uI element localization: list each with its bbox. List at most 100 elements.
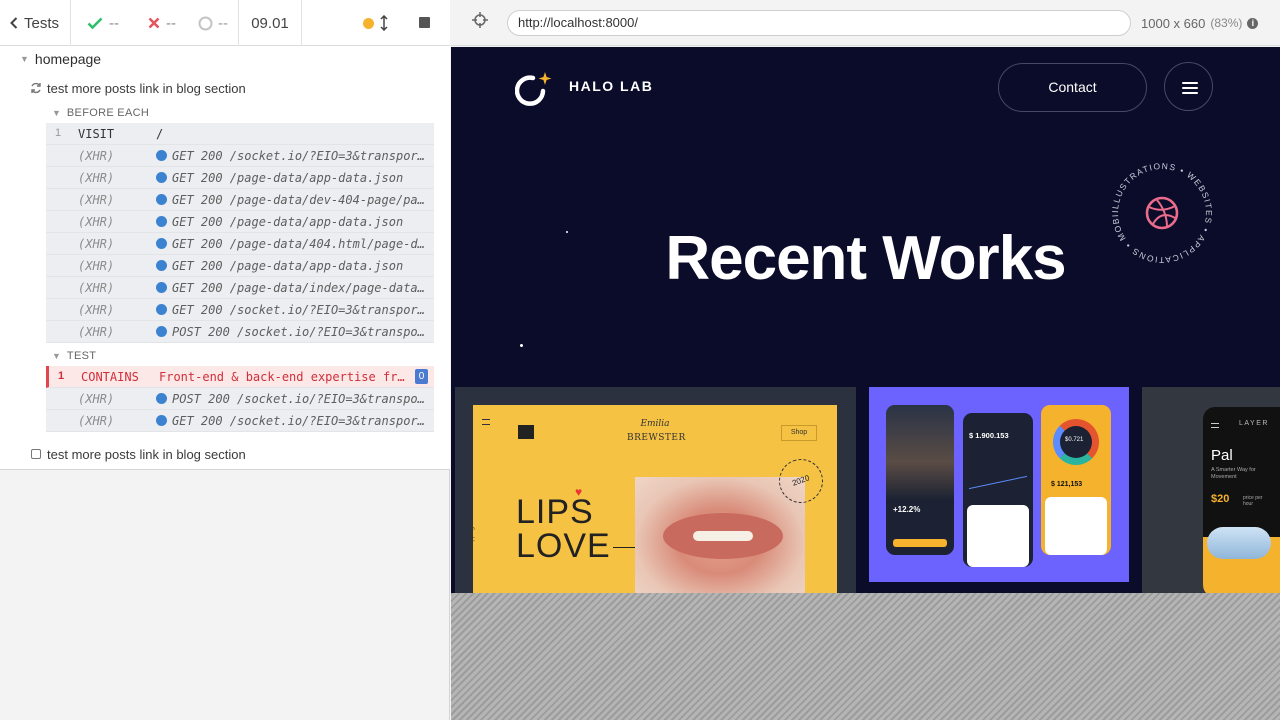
test-row-running[interactable]: test more posts link in blog section <box>0 77 450 99</box>
card-brand: BREWSTER <box>627 433 686 443</box>
stop-icon[interactable] <box>419 17 430 28</box>
checkbox-icon <box>31 449 41 459</box>
chevron-left-icon <box>10 17 18 29</box>
xhr-status-dot-icon <box>156 150 167 161</box>
command-message: GET 200 /page-data/dev-404-page/page-dat… <box>156 193 428 207</box>
work-card-scooter-app[interactable]: LAYER Pal A Smarter Way for Movement $20… <box>1142 387 1280 593</box>
x-icon <box>148 17 160 29</box>
refresh-icon <box>31 82 41 94</box>
info-icon[interactable]: i <box>1247 17 1259 29</box>
command-message-text: GET 200 /page-data/app-data.json <box>172 259 404 273</box>
xhr-status-dot-icon <box>156 282 167 293</box>
command-row[interactable]: 1 VISIT / <box>46 123 434 145</box>
command-row[interactable]: (XHR) GET 200 /socket.io/?EIO=3&transport… <box>46 299 434 321</box>
command-row-failed[interactable]: 1 CONTAINS Front-end & back-end expertise … <box>46 366 434 388</box>
command-name: VISIT <box>78 127 115 141</box>
command-message: GET 200 /page-data/index/page-data.json <box>156 281 428 295</box>
command-name: CONTAINS <box>81 370 139 384</box>
xhr-status-dot-icon <box>156 260 167 271</box>
before-each-header[interactable]: ▼ BEFORE EACH <box>0 102 450 124</box>
command-message-text: POST 200 /socket.io/?EIO=3&transport=pol… <box>172 325 428 339</box>
contact-button[interactable]: Contact <box>998 63 1147 112</box>
teeth <box>693 531 753 541</box>
phone-list <box>1045 497 1107 555</box>
viewport-empty-area <box>451 593 1280 720</box>
pending-value: -- <box>218 14 228 32</box>
viewport-size: 1000 x 660 <box>1141 15 1206 31</box>
test-section-header[interactable]: ▼ TEST <box>0 345 450 367</box>
command-message-text: Front-end & back-end expertise from <box>159 370 409 384</box>
command-row[interactable]: (XHR) GET 200 /page-data/app-data.json <box>46 211 434 233</box>
command-name: (XHR) <box>78 215 115 229</box>
command-message-text: GET 200 /page-data/app-data.json <box>172 171 404 185</box>
xhr-status-dot-icon <box>156 194 167 205</box>
halo-lab-logo-icon <box>515 72 552 106</box>
caret-down-icon: ▼ <box>20 54 29 64</box>
command-row[interactable]: (XHR) GET 200 /page-data/dev-404-page/pag… <box>46 189 434 211</box>
person-photo <box>886 405 954 500</box>
before-each-label: BEFORE EACH <box>66 107 150 119</box>
command-row[interactable]: (XHR) GET 200 /socket.io/?EIO=3&transport… <box>46 410 434 432</box>
command-row[interactable]: (XHR) GET 200 /page-data/404.html/page-da… <box>46 233 434 255</box>
duration: 09.01 <box>251 14 289 32</box>
command-message: GET 200 /page-data/404.html/page-data.js… <box>156 237 428 251</box>
url-bar[interactable]: http://localhost:8000/ <box>507 10 1131 36</box>
command-row[interactable]: (XHR) POST 200 /socket.io/?EIO=3&transpor… <box>46 388 434 410</box>
test-title: test more posts link in blog section <box>47 80 246 96</box>
card-canvas: Emilia BREWSTER Shop free shipping LIPS … <box>469 405 837 593</box>
command-name: (XHR) <box>78 193 115 207</box>
suite-row[interactable]: ▼ homepage <box>0 48 450 70</box>
hamburger-icon-line <box>1182 87 1198 89</box>
selector-playground-button[interactable] <box>469 12 491 34</box>
runner-controls <box>355 0 450 46</box>
phone-1: +12.2% <box>886 405 954 555</box>
xhr-status-dot-icon <box>156 393 167 404</box>
card-brand: LAYER <box>1239 420 1269 427</box>
command-name: (XHR) <box>78 303 115 317</box>
command-message-text: / <box>156 127 164 141</box>
command-row[interactable]: (XHR) GET 200 /page-data/app-data.json <box>46 167 434 189</box>
work-card-finance-app[interactable]: +12.2% $ 1.900.153 $0.721 $ 121,153 <box>856 387 1142 593</box>
hamburger-icon <box>1182 82 1198 84</box>
command-message: POST 200 /socket.io/?EIO=3&transport=pol… <box>156 392 428 406</box>
dribbble-badge[interactable]: ILLUSTRATIONS • WEBSITES • APPLICATIONS … <box>1109 160 1215 266</box>
command-name: (XHR) <box>78 259 115 273</box>
status-dot <box>363 18 374 29</box>
phone-2: $ 1.900.153 <box>963 413 1033 567</box>
svg-text:ILLUSTRATIONS • WEBSITES • APP: ILLUSTRATIONS • WEBSITES • APPLICATIONS … <box>1109 160 1214 265</box>
command-row[interactable]: (XHR) GET 200 /socket.io/?EIO=3&transport… <box>46 145 434 167</box>
failed-value: -- <box>166 14 176 32</box>
command-row[interactable]: (XHR) GET 200 /page-data/index/page-data.… <box>46 277 434 299</box>
menu-icon <box>482 419 490 425</box>
phone-3: $0.721 $ 121,153 <box>1041 405 1111 555</box>
gain-value: +12.2% <box>893 505 921 514</box>
passed-value: -- <box>109 14 119 32</box>
card-script: Emilia <box>640 419 670 429</box>
command-message: GET 200 /page-data/app-data.json <box>156 215 428 229</box>
command-row[interactable]: (XHR) POST 200 /socket.io/?EIO=3&transpor… <box>46 321 434 343</box>
command-name: (XHR) <box>78 237 115 251</box>
star-decoration <box>520 344 523 347</box>
test-row-pending[interactable]: test more posts link in blog section <box>0 443 450 465</box>
command-row[interactable]: (XHR) GET 200 /page-data/app-data.json <box>46 255 434 277</box>
balance-value: $ 1.900.153 <box>969 431 1009 440</box>
auto-scroll-icon[interactable] <box>380 15 388 31</box>
work-card-lips-love[interactable]: Emilia BREWSTER Shop free shipping LIPS … <box>455 387 856 593</box>
command-log: ▼ homepage test more posts link in blog … <box>0 46 450 470</box>
xhr-status-dot-icon <box>156 216 167 227</box>
video-thumb <box>518 425 534 439</box>
command-message: GET 200 /socket.io/?EIO=3&transport=poll… <box>156 303 428 317</box>
circle-value: $0.721 <box>1065 437 1084 443</box>
caret-down-icon: ▼ <box>52 351 61 361</box>
command-message-text: GET 200 /page-data/404.html/page-data.js… <box>172 237 428 251</box>
pending-count: -- <box>188 0 238 46</box>
chart-line <box>969 450 1027 490</box>
command-message-text: GET 200 /socket.io/?EIO=3&transport=poll… <box>172 149 428 163</box>
card-price-note: price per hour <box>1243 495 1263 507</box>
command-message-text: GET 200 /socket.io/?EIO=3&transport=poll… <box>172 303 428 317</box>
card-subtitle: A Smarter Way for Movement <box>1211 467 1256 480</box>
tests-back-button[interactable]: Tests <box>0 0 70 46</box>
viewport-scale: (83%) <box>1210 16 1243 30</box>
menu-button[interactable] <box>1164 62 1213 111</box>
test-section-label: TEST <box>66 350 97 362</box>
